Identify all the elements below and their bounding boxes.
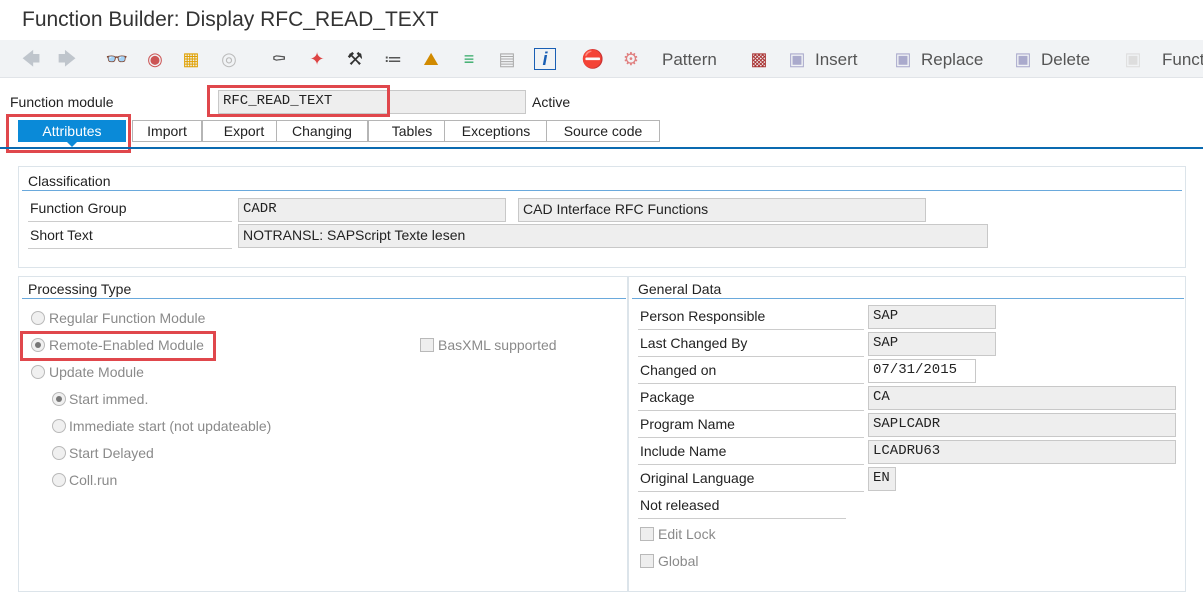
function-group-field[interactable]: CADR bbox=[238, 198, 506, 222]
pretty-printer-icon[interactable]: ▩ bbox=[748, 48, 770, 70]
original-language-label: Original Language bbox=[638, 467, 864, 492]
glasses-display-change-icon[interactable]: 👓 bbox=[106, 48, 128, 70]
hierarchy-icon[interactable]: ⛰ bbox=[420, 48, 442, 70]
update-module-radio[interactable] bbox=[31, 365, 45, 379]
insert-icon[interactable]: ▣ bbox=[786, 48, 808, 70]
coll-run-label: Coll.run bbox=[69, 472, 118, 488]
tab-import[interactable]: Import bbox=[132, 120, 202, 142]
edit-lock-label: Edit Lock bbox=[658, 526, 716, 542]
application-toolbar: 🡄 🡆 👓 ◉ ▦ ◎ ⚰ ✦ ⚒ ≔ ⛰ ≡ ▤ i ⛔ ⚙ Pattern … bbox=[0, 40, 1203, 78]
start-immed-label: Start immed. bbox=[69, 391, 149, 407]
session-breakpoint-icon[interactable]: ⚙ bbox=[620, 48, 642, 70]
back-arrow-icon[interactable]: 🡄 bbox=[20, 48, 42, 70]
delete-button[interactable]: Delete bbox=[1041, 50, 1090, 70]
replace-icon[interactable]: ▣ bbox=[892, 48, 914, 70]
processing-type-title: Processing Type bbox=[28, 281, 132, 297]
changed-on-field[interactable]: 07/31/2015 bbox=[868, 359, 976, 383]
status-text: Active bbox=[532, 94, 571, 110]
insert-button[interactable]: Insert bbox=[815, 50, 858, 70]
window-title: Function Builder: Display RFC_READ_TEXT bbox=[22, 8, 439, 31]
highlight-box-remote-enabled bbox=[20, 331, 216, 361]
classification-title: Classification bbox=[28, 173, 111, 189]
immediate-start-radio[interactable] bbox=[52, 419, 66, 433]
tab-strip-underline bbox=[0, 147, 1203, 149]
update-module-label: Update Module bbox=[49, 364, 144, 380]
program-name-label: Program Name bbox=[638, 413, 864, 438]
original-language-field[interactable]: EN bbox=[868, 467, 896, 491]
layout-icon[interactable]: ▤ bbox=[496, 48, 518, 70]
package-label: Package bbox=[638, 386, 864, 411]
breakpoint-icon[interactable]: ⛔ bbox=[582, 48, 604, 70]
short-text-label: Short Text bbox=[28, 224, 232, 249]
forward-arrow-icon[interactable]: 🡆 bbox=[56, 48, 78, 70]
include-name-field[interactable]: LCADRU63 bbox=[868, 440, 1176, 464]
person-responsible-label: Person Responsible bbox=[638, 305, 864, 330]
function-group-label: Function Group bbox=[28, 197, 232, 222]
changed-on-label: Changed on bbox=[638, 359, 864, 384]
info-icon[interactable]: i bbox=[534, 48, 556, 70]
magic-wand-icon[interactable]: ✦ bbox=[306, 48, 328, 70]
tab-tables[interactable]: Tables bbox=[368, 120, 456, 142]
coll-run-radio[interactable] bbox=[52, 473, 66, 487]
where-used-icon[interactable]: ⚰ bbox=[268, 48, 290, 70]
tab-exceptions[interactable]: Exceptions bbox=[444, 120, 548, 142]
classification-divider bbox=[22, 190, 1182, 191]
activate-icon[interactable]: ▦ bbox=[180, 48, 202, 70]
edit-lock-checkbox[interactable] bbox=[640, 527, 654, 541]
hammer-icon[interactable]: ⚒ bbox=[344, 48, 366, 70]
function-module-label: Function module bbox=[10, 94, 114, 110]
last-changed-by-field[interactable]: SAP bbox=[868, 332, 996, 356]
function-group-description: CAD Interface RFC Functions bbox=[518, 198, 926, 222]
highlight-box-function-module bbox=[207, 85, 390, 117]
general-data-title: General Data bbox=[638, 281, 722, 297]
short-text-field[interactable]: NOTRANSL: SAPScript Texte lesen bbox=[238, 224, 988, 248]
last-changed-by-label: Last Changed By bbox=[638, 332, 864, 357]
regular-function-module-radio[interactable] bbox=[31, 311, 45, 325]
immediate-start-label: Immediate start (not updateable) bbox=[69, 418, 272, 434]
pattern-button[interactable]: Pattern bbox=[662, 50, 717, 70]
replace-button[interactable]: Replace bbox=[921, 50, 983, 70]
tab-source-code[interactable]: Source code bbox=[546, 120, 660, 142]
regular-function-module-label: Regular Function Module bbox=[49, 310, 206, 326]
person-responsible-field[interactable]: SAP bbox=[868, 305, 996, 329]
program-name-field[interactable]: SAPLCADR bbox=[868, 413, 1176, 437]
release-status-text: Not released bbox=[638, 494, 846, 519]
processing-type-divider bbox=[22, 298, 626, 299]
tab-changing[interactable]: Changing bbox=[276, 120, 368, 142]
start-immed-radio[interactable] bbox=[52, 392, 66, 406]
delete-icon[interactable]: ▣ bbox=[1012, 48, 1034, 70]
navigation-stack-icon[interactable]: ≡ bbox=[458, 48, 480, 70]
start-delayed-radio[interactable] bbox=[52, 446, 66, 460]
objects-icon[interactable]: ◉ bbox=[144, 48, 166, 70]
tab-export[interactable]: Export bbox=[202, 120, 286, 142]
object-list-icon[interactable]: ≔ bbox=[382, 48, 404, 70]
start-delayed-label: Start Delayed bbox=[69, 445, 154, 461]
function-icon[interactable]: ▣ bbox=[1122, 48, 1144, 70]
package-field[interactable]: CA bbox=[868, 386, 1176, 410]
function-button[interactable]: Funct bbox=[1162, 50, 1203, 70]
basxml-label: BasXML supported bbox=[438, 337, 557, 353]
other-object-icon[interactable]: ◎ bbox=[218, 48, 240, 70]
global-checkbox[interactable] bbox=[640, 554, 654, 568]
global-label: Global bbox=[658, 553, 699, 569]
include-name-label: Include Name bbox=[638, 440, 864, 465]
general-data-divider bbox=[632, 298, 1184, 299]
basxml-checkbox[interactable] bbox=[420, 338, 434, 352]
